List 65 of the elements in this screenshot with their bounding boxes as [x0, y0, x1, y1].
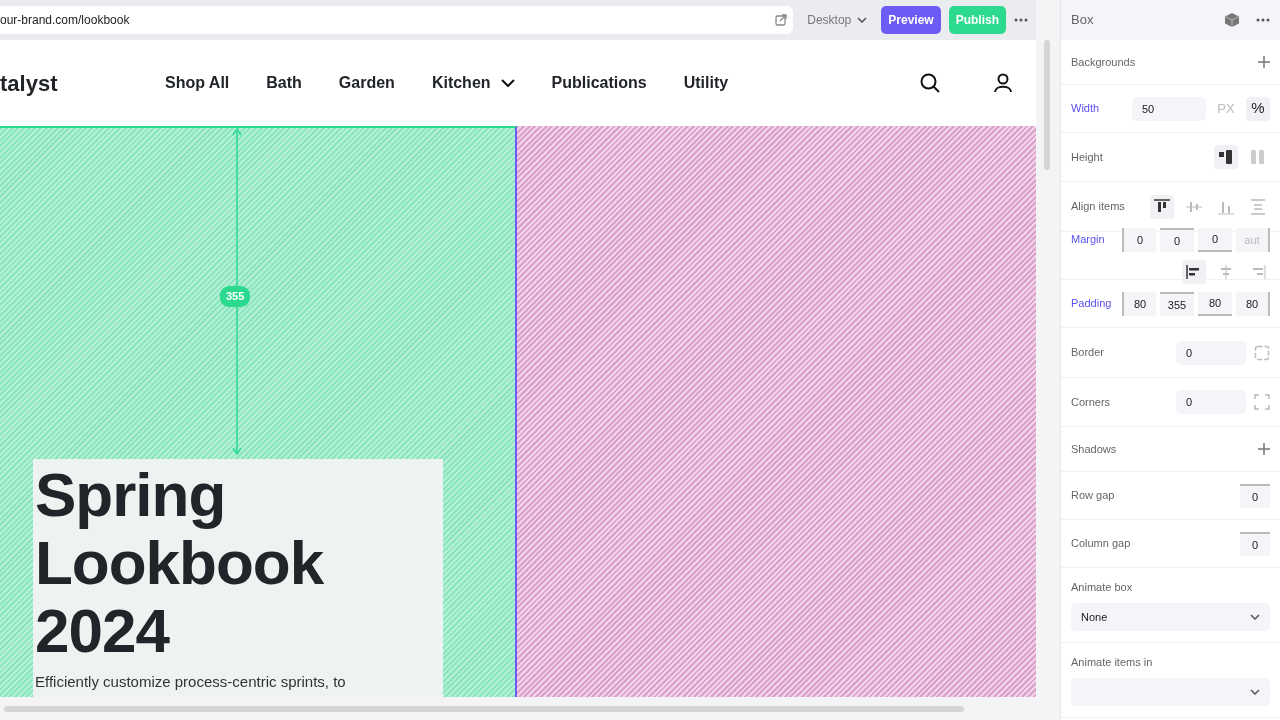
unit-toggle[interactable]: % [1246, 96, 1270, 121]
spacing-field[interactable]: 80 [1198, 291, 1232, 316]
value-field[interactable]: 0 [1176, 390, 1246, 414]
property-label: Height [1071, 149, 1103, 165]
hero-title: Spring Lookbook 2024 [35, 460, 325, 665]
horizontal-align-icon[interactable] [1182, 259, 1206, 284]
property-label: Width [1071, 101, 1100, 117]
plus-icon[interactable] [1258, 56, 1270, 68]
measurement-label: 355 [220, 286, 251, 307]
select-field[interactable] [1071, 678, 1270, 707]
more-icon[interactable] [1014, 18, 1028, 22]
select-field[interactable]: None [1071, 603, 1270, 632]
property-label: Border [1071, 345, 1105, 361]
property-label: Animate box [1071, 579, 1134, 595]
height-mode-icon[interactable] [1214, 145, 1238, 169]
spacing-field[interactable]: aut [1236, 227, 1270, 252]
url-text: our-brand.com/lookbook [0, 12, 130, 29]
cube-icon [1224, 12, 1240, 28]
external-link-icon [775, 14, 788, 26]
preview-button[interactable]: Preview [881, 6, 941, 34]
chevron-down-icon[interactable] [500, 79, 515, 87]
value-field[interactable]: 0 [1176, 340, 1246, 365]
align-items-icon[interactable] [1150, 194, 1174, 219]
select-value: None [1081, 610, 1108, 625]
scrollbar-thumb[interactable] [1044, 40, 1050, 170]
property-label: Padding [1071, 296, 1112, 312]
site-logo[interactable]: talyst [0, 66, 165, 100]
property-label: Row gap [1071, 488, 1115, 504]
property-label: Corners [1071, 394, 1111, 410]
nav-link[interactable]: Kitchen [431, 71, 491, 95]
width-field[interactable]: 50 [1132, 96, 1206, 121]
hero-text: Efficiently customize process-centric sprints, to [35, 671, 347, 692]
panel-title: Box [1071, 11, 1094, 30]
spacing-field[interactable]: 0 [1160, 227, 1194, 252]
gap-field[interactable]: 0 [1240, 483, 1270, 508]
property-label: Margin [1071, 232, 1105, 248]
property-label: Column gap [1071, 536, 1131, 552]
spacing-field[interactable]: 80 [1122, 291, 1156, 316]
spacing-field[interactable]: 355 [1160, 291, 1194, 316]
spacing-field[interactable]: 80 [1236, 291, 1270, 316]
chevron-down-icon [1250, 689, 1260, 696]
border-icon[interactable] [1254, 344, 1270, 361]
chevron-down-icon [857, 17, 868, 23]
device-dropdown[interactable]: Desktop [801, 11, 874, 29]
nav-link[interactable]: Utility [683, 71, 729, 95]
nav-link[interactable]: Shop All [165, 71, 230, 95]
corners-icon[interactable] [1254, 394, 1270, 410]
scrollbar-thumb[interactable] [4, 705, 964, 712]
more-icon[interactable] [1256, 18, 1270, 22]
device-label: Desktop [807, 12, 852, 29]
property-label: Align items [1071, 199, 1125, 215]
plus-icon[interactable] [1258, 443, 1270, 455]
search-icon[interactable] [920, 73, 940, 93]
nav-link[interactable]: Bath [266, 71, 302, 95]
spacing-field[interactable]: 0 [1198, 227, 1232, 252]
property-label: Animate items in [1071, 654, 1154, 670]
property-label: Backgrounds [1071, 54, 1136, 70]
url-field[interactable]: our-brand.com/lookbook [0, 6, 794, 34]
user-icon[interactable] [994, 73, 1012, 93]
gap-field[interactable]: 0 [1240, 531, 1270, 556]
spacing-field[interactable]: 0 [1122, 227, 1156, 252]
nav-link[interactable]: Publications [551, 71, 647, 95]
chevron-down-icon [1250, 614, 1260, 621]
property-label: Shadows [1071, 441, 1117, 457]
nav-link[interactable]: Garden [338, 71, 395, 95]
